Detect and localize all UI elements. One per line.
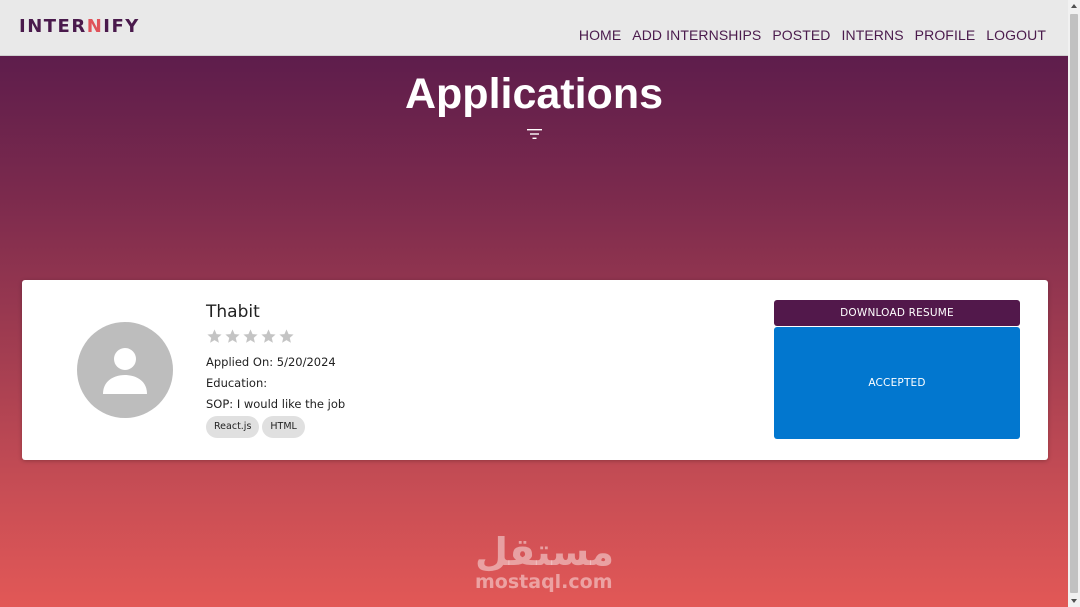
applicant-name: Thabit — [206, 302, 260, 322]
nav-logout-link[interactable]: LOGOUT — [986, 27, 1046, 43]
nav-posted-link[interactable]: POSTED — [772, 27, 830, 43]
star-icon[interactable] — [242, 328, 259, 345]
education-text: Education: — [206, 376, 268, 390]
watermark-latin: mostaql.com — [475, 571, 613, 593]
star-icon[interactable] — [278, 328, 295, 345]
mostaql-watermark: مستقل mostaql.com — [475, 530, 614, 593]
accepted-status-button[interactable]: ACCEPTED — [774, 327, 1020, 439]
star-icon[interactable] — [206, 328, 223, 345]
person-icon — [103, 348, 147, 394]
sop-text: SOP: I would like the job — [206, 397, 346, 411]
star-icon[interactable] — [260, 328, 277, 345]
applied-on-text: Applied On: 5/20/2024 — [206, 355, 336, 369]
scroll-up-arrow-icon[interactable] — [1068, 0, 1080, 12]
scrollbar-thumb[interactable] — [1070, 14, 1078, 593]
watermark-arabic: مستقل — [475, 530, 614, 574]
top-navbar: INTERNIFY HOME ADD INTERNSHIPS POSTED IN… — [0, 0, 1068, 56]
avatar — [77, 322, 173, 418]
skill-chip: HTML — [262, 416, 305, 438]
star-icon[interactable] — [224, 328, 241, 345]
download-resume-button[interactable]: DOWNLOAD RESUME — [774, 300, 1020, 326]
nav-interns-link[interactable]: INTERNS — [842, 27, 904, 43]
vertical-scrollbar[interactable] — [1068, 0, 1080, 607]
nav-home-link[interactable]: HOME — [579, 27, 621, 43]
skills-list: React.js HTML — [206, 416, 305, 438]
skill-chip: React.js — [206, 416, 260, 438]
filter-list-icon[interactable] — [527, 129, 542, 139]
scroll-down-arrow-icon[interactable] — [1068, 595, 1080, 607]
app-logo[interactable]: INTERNIFY — [19, 16, 140, 37]
star-rating[interactable] — [206, 328, 295, 345]
nav-links: HOME ADD INTERNSHIPS POSTED INTERNS PROF… — [579, 27, 1046, 43]
main-content: Applications Thabit Applied On: 5/20/202… — [0, 56, 1068, 607]
page-title: Applications — [404, 70, 664, 118]
application-card: Thabit Applied On: 5/20/2024 Education: … — [22, 280, 1048, 460]
nav-profile-link[interactable]: PROFILE — [915, 27, 976, 43]
nav-add-internships-link[interactable]: ADD INTERNSHIPS — [632, 27, 761, 43]
